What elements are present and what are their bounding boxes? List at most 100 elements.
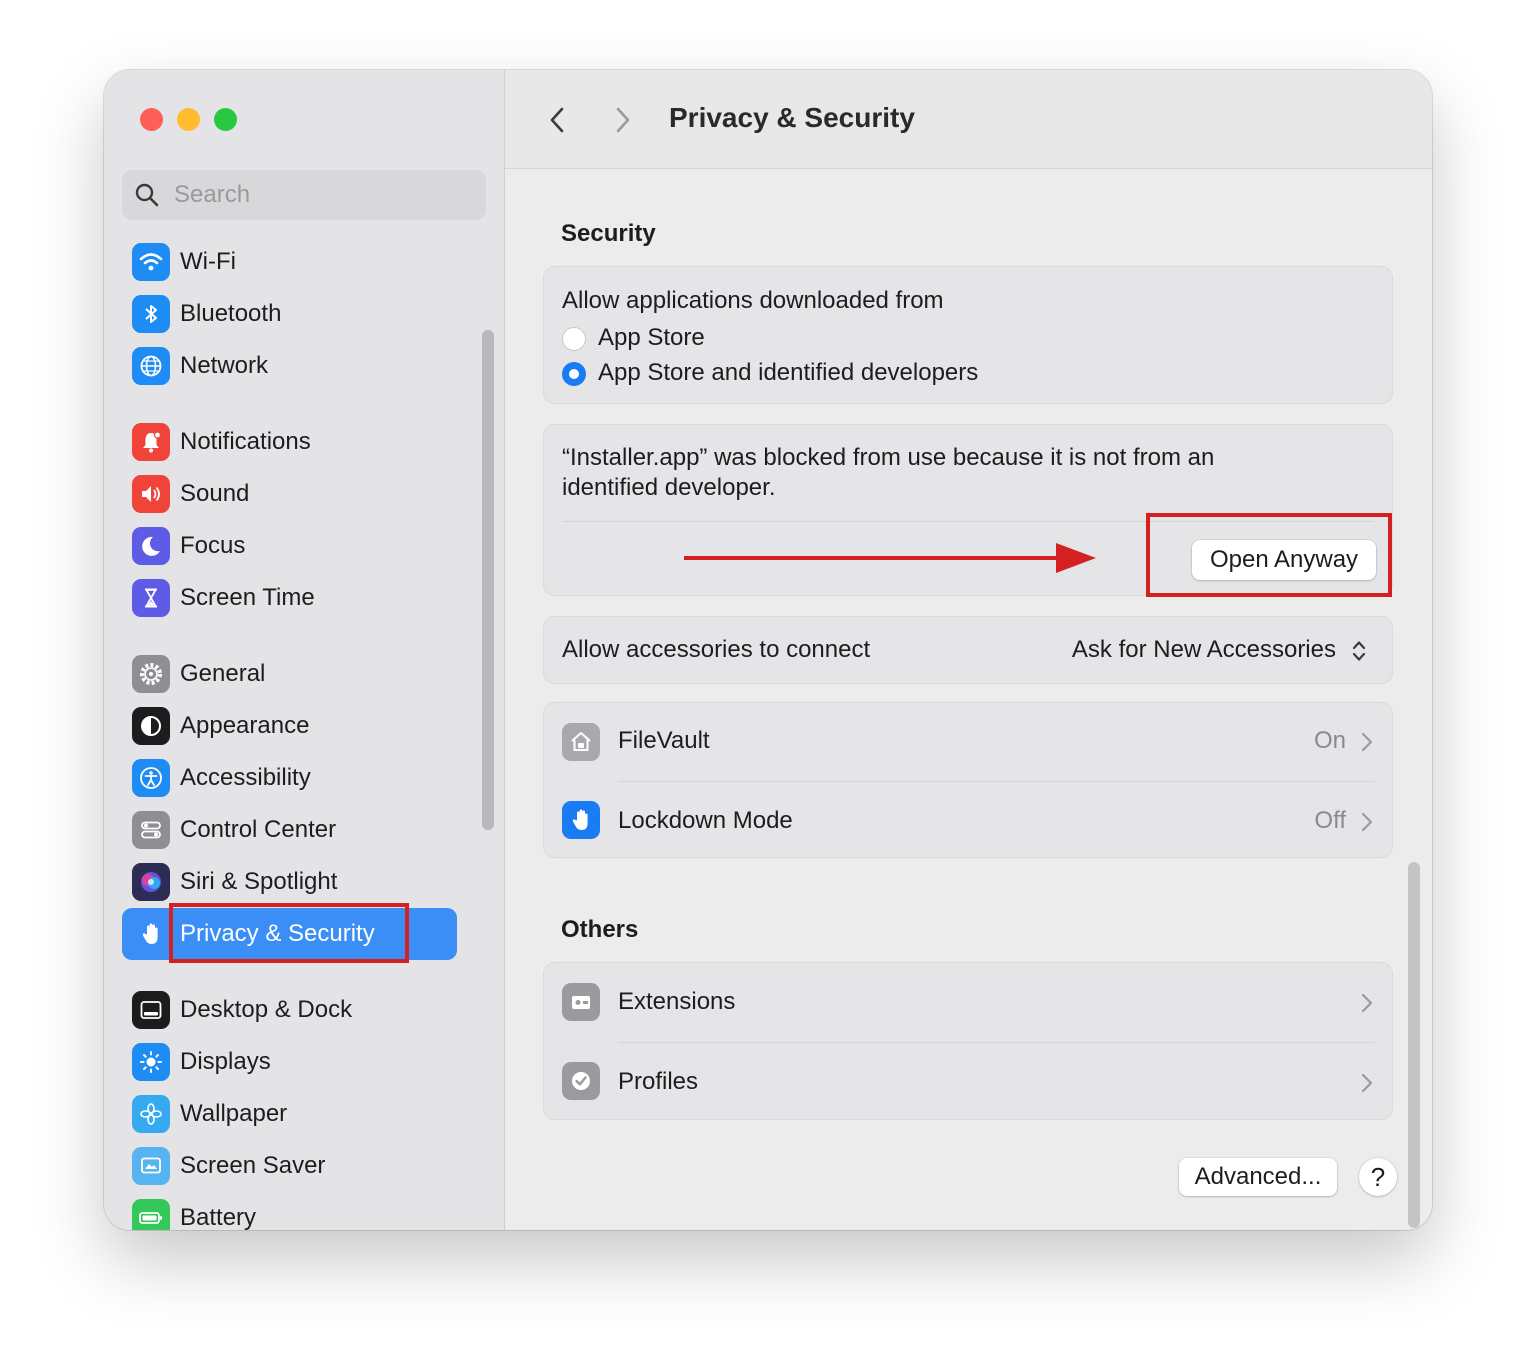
wifi-icon [132, 243, 170, 281]
security-heading: Security [561, 220, 656, 247]
sidebar-item-notifications[interactable]: Notifications [122, 416, 492, 468]
sidebar-item-network[interactable]: Network [122, 340, 492, 392]
annotation-arrow-icon [684, 543, 1096, 573]
sidebar-item-label: Focus [180, 532, 246, 559]
allow-apps-card: Allow applications downloaded from App S… [543, 266, 1393, 404]
sidebar-item-label: Wi-Fi [180, 248, 236, 275]
help-button[interactable]: ? [1359, 1158, 1397, 1196]
appearance-icon [132, 707, 170, 745]
stepper-chevrons-icon[interactable] [1350, 638, 1368, 664]
filevault-row[interactable]: FileVault On [544, 703, 1392, 781]
sidebar-item-label: Accessibility [180, 764, 311, 791]
profiles-label: Profiles [618, 1068, 699, 1095]
sidebar-item-label: Battery [180, 1204, 257, 1230]
bluetooth-icon [132, 295, 170, 333]
gear-icon [132, 655, 170, 693]
sidebar-item-label: Appearance [180, 712, 310, 739]
search-icon [134, 182, 160, 208]
sidebar-item-siri-spotlight[interactable]: Siri & Spotlight [122, 856, 492, 908]
radio-app-store-identified-label[interactable]: App Store and identified developers [598, 359, 978, 387]
search-input[interactable] [172, 180, 466, 210]
toolbar: Privacy & Security [505, 70, 1432, 169]
sidebar-item-label: Bluetooth [180, 300, 282, 327]
chevron-right-icon [1361, 1073, 1373, 1093]
profiles-row[interactable]: Profiles [544, 1042, 1392, 1121]
sidebar-item-screen-time[interactable]: Screen Time [122, 572, 492, 624]
chevron-right-icon [1361, 732, 1373, 752]
blocked-app-card: “Installer.app” was blocked from use bec… [543, 424, 1393, 597]
sidebar-item-label: Control Center [180, 816, 337, 843]
minimize-window-button[interactable] [177, 108, 200, 131]
accessories-label: Allow accessories to connect [562, 636, 871, 663]
radio-app-store-identified[interactable] [562, 362, 586, 386]
advanced-button[interactable]: Advanced... [1179, 1158, 1337, 1196]
sidebar-item-accessibility[interactable]: Accessibility [122, 752, 492, 804]
sidebar-item-label: Siri & Spotlight [180, 868, 338, 895]
house-lock-icon [562, 723, 600, 761]
sidebar-item-label: Notifications [180, 428, 311, 455]
sidebar-scrollbar[interactable] [482, 330, 494, 830]
filevault-value: On [1313, 727, 1346, 754]
sidebar-item-general[interactable]: General [122, 648, 492, 700]
main-content: Privacy & Security Security Allow applic… [505, 70, 1432, 1230]
bell-icon [132, 423, 170, 461]
flower-icon [132, 1095, 170, 1133]
sidebar-item-focus[interactable]: Focus [122, 520, 492, 572]
sidebar-item-control-center[interactable]: Control Center [122, 804, 492, 856]
sidebar-item-screen-saver[interactable]: Screen Saver [122, 1140, 492, 1192]
lockdown-row[interactable]: Lockdown Mode Off [544, 781, 1392, 859]
chevron-right-icon [1361, 812, 1373, 832]
forward-button[interactable] [605, 100, 641, 140]
sidebar-item-wallpaper[interactable]: Wallpaper [122, 1088, 492, 1140]
sidebar-item-bluetooth[interactable]: Bluetooth [122, 288, 492, 340]
accessories-card: Allow accessories to connect Ask for New… [543, 616, 1393, 684]
speaker-icon [132, 475, 170, 513]
accessibility-icon [132, 759, 170, 797]
sidebar-nav: Wi-Fi Bluetooth Network Notifications So… [122, 236, 492, 1230]
screen-saver-icon [132, 1147, 170, 1185]
sidebar-item-label: Desktop & Dock [180, 996, 353, 1023]
lockdown-value: Off [1314, 807, 1346, 834]
sidebar-item-label: Network [180, 352, 269, 379]
toggles-icon [132, 811, 170, 849]
sidebar-item-label: Wallpaper [180, 1100, 288, 1127]
sun-icon [132, 1043, 170, 1081]
others-card: Extensions Profiles [543, 962, 1393, 1120]
sidebar-item-appearance[interactable]: Appearance [122, 700, 492, 752]
accessories-popup[interactable]: Ask for New Accessories [1072, 636, 1336, 664]
globe-icon [132, 347, 170, 385]
dock-icon [132, 991, 170, 1029]
others-heading: Others [561, 916, 639, 943]
sidebar-item-desktop-dock[interactable]: Desktop & Dock [122, 984, 492, 1036]
zoom-window-button[interactable] [214, 108, 237, 131]
checkmark-seal-icon [562, 1062, 600, 1100]
sidebar-item-displays[interactable]: Displays [122, 1036, 492, 1088]
moon-icon [132, 527, 170, 565]
sidebar-item-battery[interactable]: Battery [122, 1192, 492, 1230]
chevron-right-icon [1361, 993, 1373, 1013]
lockdown-label: Lockdown Mode [618, 807, 793, 834]
sidebar-item-label: General [180, 660, 266, 687]
settings-window: Wi-Fi Bluetooth Network [104, 70, 1432, 1230]
window-controls [140, 108, 237, 131]
sidebar-item-sound[interactable]: Sound [122, 468, 492, 520]
blocked-message: “Installer.app” was blocked from use bec… [562, 444, 1215, 501]
close-window-button[interactable] [140, 108, 163, 131]
search-field[interactable] [122, 170, 486, 220]
card-divider [562, 521, 1374, 522]
open-anyway-button[interactable]: Open Anyway [1192, 540, 1376, 580]
sidebar-item-wifi[interactable]: Wi-Fi [122, 236, 492, 288]
chevron-right-icon [616, 107, 630, 133]
sidebar-item-label: Screen Saver [180, 1152, 326, 1179]
sidebar: Wi-Fi Bluetooth Network [104, 70, 505, 1230]
chevron-left-icon [550, 107, 564, 133]
sidebar-item-privacy-security[interactable]: Privacy & Security [122, 908, 457, 960]
radio-app-store-label[interactable]: App Store [598, 324, 705, 352]
extensions-row[interactable]: Extensions [544, 963, 1392, 1042]
back-button[interactable] [539, 100, 575, 140]
hand-icon [562, 801, 600, 839]
main-scrollbar[interactable] [1408, 862, 1420, 1228]
sidebar-item-label: Displays [180, 1048, 271, 1075]
radio-app-store[interactable] [562, 327, 586, 351]
